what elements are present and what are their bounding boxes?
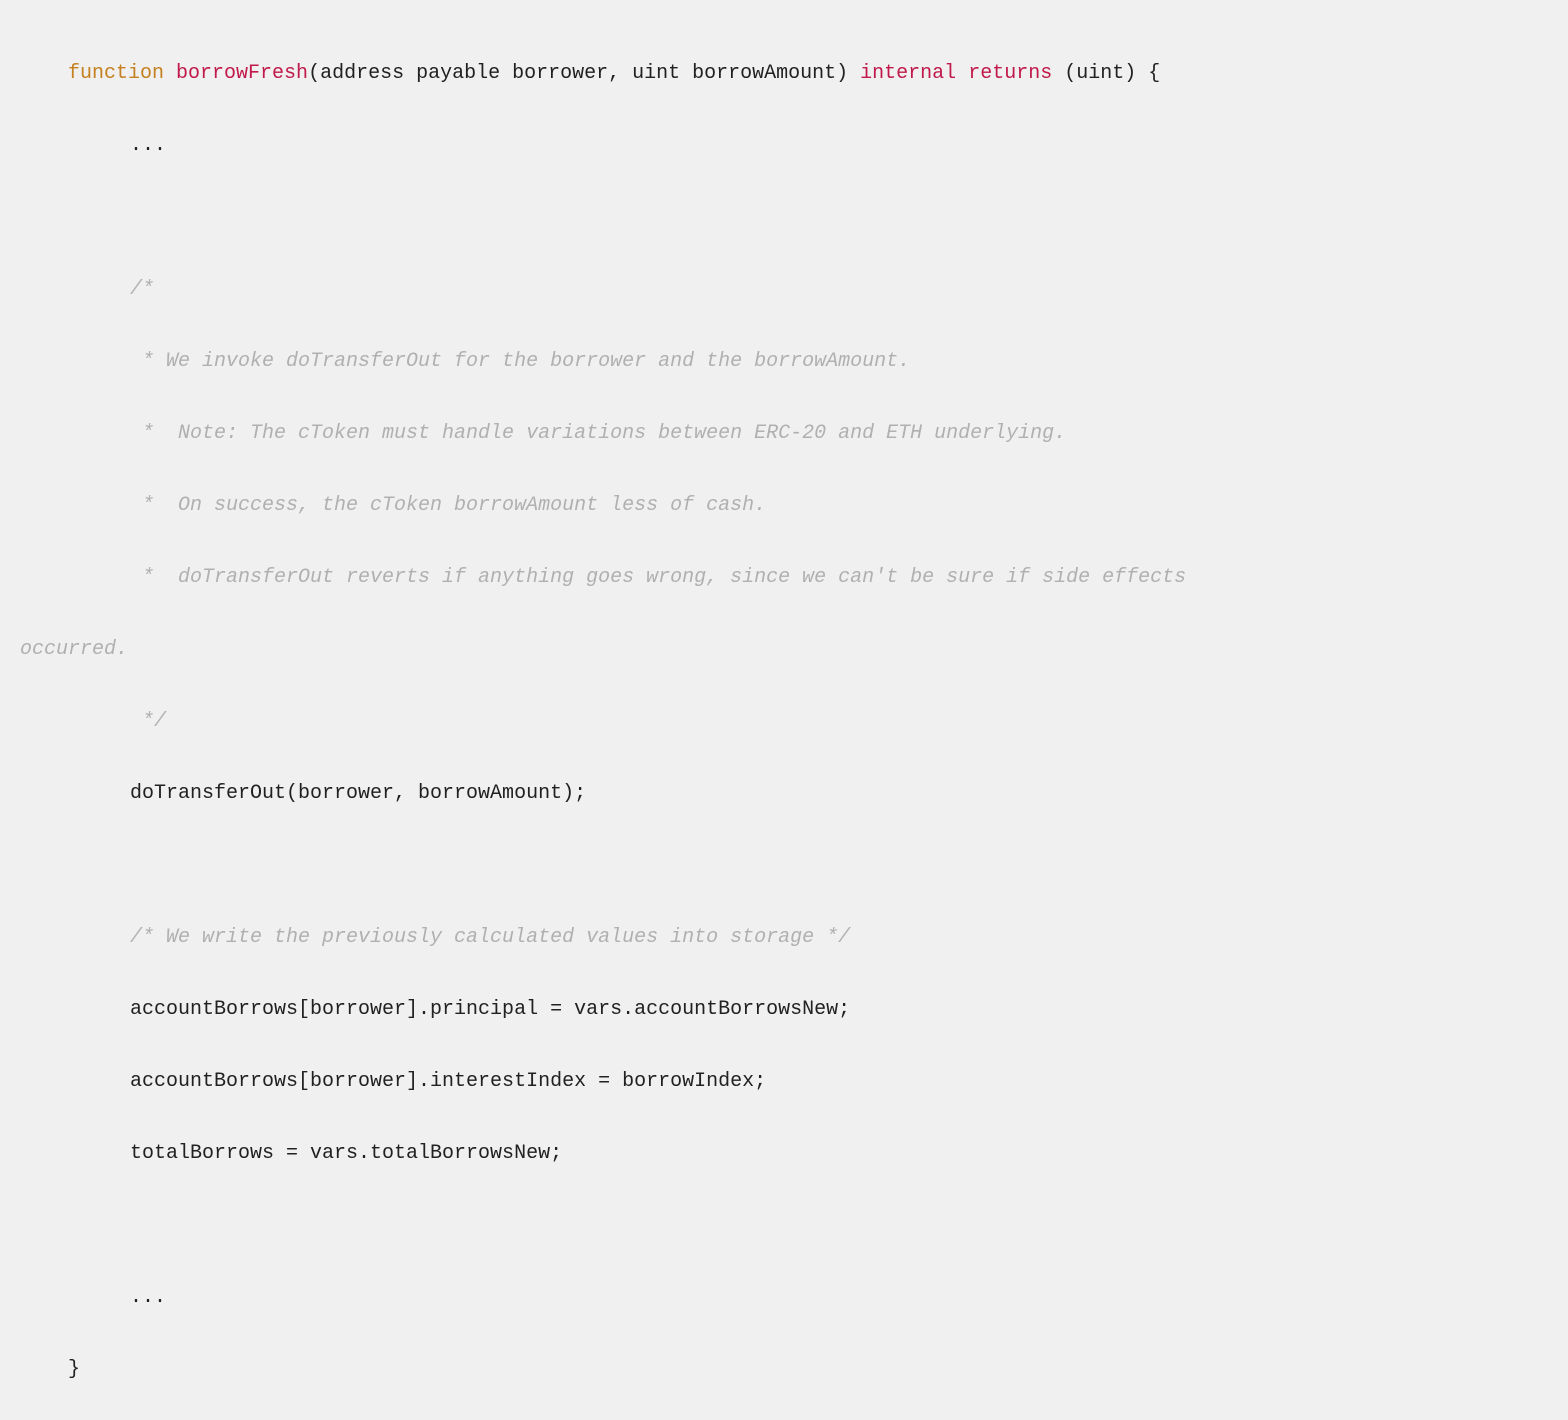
modifier-internal: internal	[860, 62, 956, 85]
comment-line: * We invoke doTransferOut for the borrow…	[20, 344, 1548, 380]
code-line: function borrowFresh(address payable bor…	[20, 56, 1548, 92]
comment-line: * doTransferOut reverts if anything goes…	[20, 560, 1548, 596]
code-line: doTransferOut(borrower, borrowAmount);	[20, 776, 1548, 812]
comment-line: */	[20, 704, 1548, 740]
comment-line: * Note: The cToken must handle variation…	[20, 416, 1548, 452]
modifier-returns: returns	[968, 62, 1052, 85]
code-block: function borrowFresh(address payable bor…	[20, 20, 1548, 1420]
comment-line: /* We write the previously calculated va…	[20, 920, 1548, 956]
code-line: }	[20, 1352, 1548, 1388]
blank-line	[20, 200, 1548, 236]
keyword-function: function	[68, 62, 164, 85]
comment-line: occurred.	[20, 632, 1548, 668]
code-line: ...	[20, 1280, 1548, 1316]
code-text: (uint) {	[1052, 62, 1160, 85]
blank-line	[20, 1208, 1548, 1244]
function-name: borrowFresh	[176, 62, 308, 85]
code-line: accountBorrows[borrower].principal = var…	[20, 992, 1548, 1028]
code-line: totalBorrows = vars.totalBorrowsNew;	[20, 1136, 1548, 1172]
code-line: ...	[20, 128, 1548, 164]
code-text: (address payable borrower, uint borrowAm…	[308, 62, 860, 85]
code-line: accountBorrows[borrower].interestIndex =…	[20, 1064, 1548, 1100]
blank-line	[20, 848, 1548, 884]
comment-line: * On success, the cToken borrowAmount le…	[20, 488, 1548, 524]
comment-line: /*	[20, 272, 1548, 308]
